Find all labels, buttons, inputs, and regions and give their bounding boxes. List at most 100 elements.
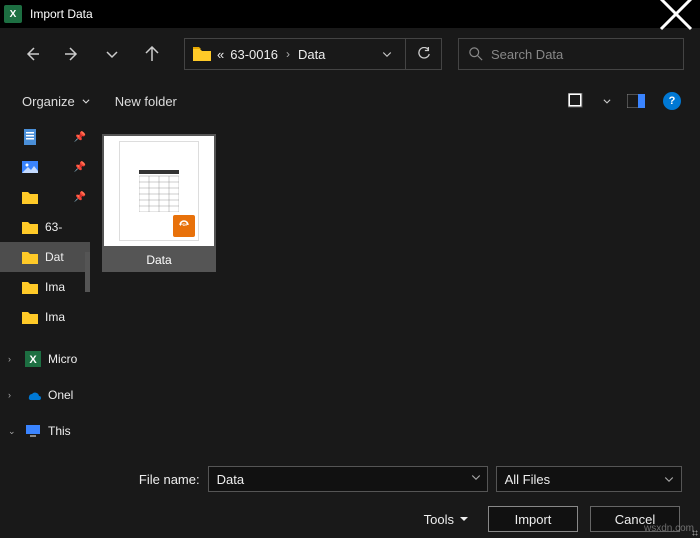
folder-icon: [22, 189, 38, 205]
sidebar-item-label: Dat: [45, 250, 64, 264]
folder-icon: [22, 249, 38, 265]
folder-icon: [22, 309, 38, 325]
chevron-down-icon[interactable]: [470, 471, 482, 483]
pictures-icon: [22, 159, 38, 175]
file-item-data[interactable]: PDF Data: [102, 134, 216, 272]
sidebar-item-one[interactable]: › Onel: [0, 380, 90, 410]
breadcrumb-part-1[interactable]: 63-0016: [230, 47, 278, 62]
pin-icon: 📌: [74, 162, 86, 173]
monitor-icon: [25, 423, 41, 439]
search-bar[interactable]: [458, 38, 684, 70]
sidebar-item-63[interactable]: 63-: [0, 212, 90, 242]
bottom-area: File name: All Files Tools Import Cancel: [0, 456, 700, 538]
watermark: wsxdn.com: [644, 523, 694, 534]
sidebar-scrollbar[interactable]: [85, 252, 90, 292]
file-label: Data: [102, 248, 216, 272]
sidebar-item-label: Ima: [45, 310, 65, 324]
recent-button[interactable]: [96, 38, 128, 70]
filename-row: File name: All Files: [18, 466, 682, 492]
search-icon: [469, 47, 483, 61]
up-button[interactable]: [136, 38, 168, 70]
table-preview-icon: [139, 170, 179, 212]
import-button[interactable]: Import: [488, 506, 578, 532]
chevron-down-icon: [81, 96, 91, 106]
pdf-badge-icon: PDF: [173, 215, 195, 237]
filename-input[interactable]: [208, 466, 488, 492]
excel-icon: X: [25, 351, 41, 367]
arrow-right-icon: [64, 46, 80, 62]
chevron-down-icon: [104, 46, 120, 62]
navigation-row: « 63-0016 › Data: [0, 28, 700, 80]
file-name-text: Data: [146, 253, 171, 267]
sidebar: 📌 📌 📌 63- Dat Ima Ima › X: [0, 122, 90, 456]
view-button[interactable]: [566, 89, 590, 113]
folder-icon: [22, 219, 38, 235]
chevron-right-icon[interactable]: ›: [8, 390, 18, 400]
button-row: Tools Import Cancel: [18, 506, 682, 532]
close-button[interactable]: [656, 0, 696, 28]
refresh-icon: [417, 47, 431, 61]
view-icon: [568, 93, 588, 109]
chevron-down-icon: [663, 473, 675, 485]
sidebar-item-label: Ima: [45, 280, 65, 294]
sidebar-item-doc[interactable]: 📌: [0, 122, 90, 152]
new-folder-button[interactable]: New folder: [109, 90, 183, 113]
breadcrumb-part-0[interactable]: «: [217, 47, 224, 62]
help-button[interactable]: ?: [660, 89, 684, 113]
sidebar-item-fldr[interactable]: 📌: [0, 182, 90, 212]
chevron-down-icon[interactable]: [602, 96, 612, 106]
preview-pane-button[interactable]: [624, 89, 648, 113]
filter-label: All Files: [505, 472, 551, 487]
sidebar-item-pics[interactable]: 📌: [0, 152, 90, 182]
pin-icon: 📌: [74, 192, 86, 203]
chevron-down-icon[interactable]: [381, 48, 393, 60]
search-input[interactable]: [491, 47, 673, 62]
preview-pane-icon: [627, 94, 645, 108]
new-folder-label: New folder: [115, 94, 177, 109]
pdf-page-preview: PDF: [119, 141, 199, 241]
sidebar-item-ima2[interactable]: Ima: [0, 302, 90, 332]
window-title: Import Data: [30, 7, 656, 21]
import-label: Import: [515, 512, 552, 527]
help-icon: ?: [663, 92, 681, 110]
file-type-filter[interactable]: All Files: [496, 466, 682, 492]
sidebar-item-label: 63-: [45, 220, 62, 234]
svg-text:X: X: [29, 354, 37, 366]
tools-button[interactable]: Tools: [416, 508, 476, 531]
file-thumbnail: PDF: [102, 134, 216, 248]
tools-label: Tools: [424, 512, 454, 527]
sidebar-item-data[interactable]: Dat: [0, 242, 90, 272]
chevron-down-icon[interactable]: ⌄: [8, 426, 18, 437]
folder-icon: [22, 279, 38, 295]
toolbar: Organize New folder ?: [0, 80, 700, 122]
sidebar-item-label: This: [48, 424, 71, 438]
breadcrumb-sep-1: ›: [284, 47, 292, 61]
sidebar-item-this[interactable]: ⌄ This: [0, 416, 90, 446]
breadcrumb[interactable]: « 63-0016 › Data: [184, 38, 442, 70]
document-icon: [22, 129, 38, 145]
sidebar-item-micro[interactable]: › X Micro: [0, 344, 90, 374]
organize-button[interactable]: Organize: [16, 90, 97, 113]
pin-icon: 📌: [74, 132, 86, 143]
refresh-button[interactable]: [405, 38, 441, 70]
organize-label: Organize: [22, 94, 75, 109]
filename-label: File name:: [128, 472, 200, 487]
caret-down-icon: [460, 515, 468, 523]
sidebar-item-ima1[interactable]: Ima: [0, 272, 90, 302]
sidebar-item-label: Micro: [48, 352, 77, 366]
resize-grip[interactable]: [688, 526, 700, 538]
titlebar: X Import Data: [0, 0, 700, 28]
breadcrumb-part-2[interactable]: Data: [298, 47, 325, 62]
arrow-up-icon: [144, 46, 160, 62]
close-icon: [656, 0, 696, 34]
file-pane[interactable]: PDF Data: [90, 122, 700, 456]
main-area: 📌 📌 📌 63- Dat Ima Ima › X: [0, 122, 700, 456]
folder-icon: [193, 47, 211, 61]
onedrive-icon: [25, 387, 41, 403]
forward-button[interactable]: [56, 38, 88, 70]
excel-icon: X: [4, 5, 22, 23]
sidebar-item-label: Onel: [48, 388, 73, 402]
chevron-right-icon[interactable]: ›: [8, 354, 18, 364]
arrow-left-icon: [24, 46, 40, 62]
back-button[interactable]: [16, 38, 48, 70]
